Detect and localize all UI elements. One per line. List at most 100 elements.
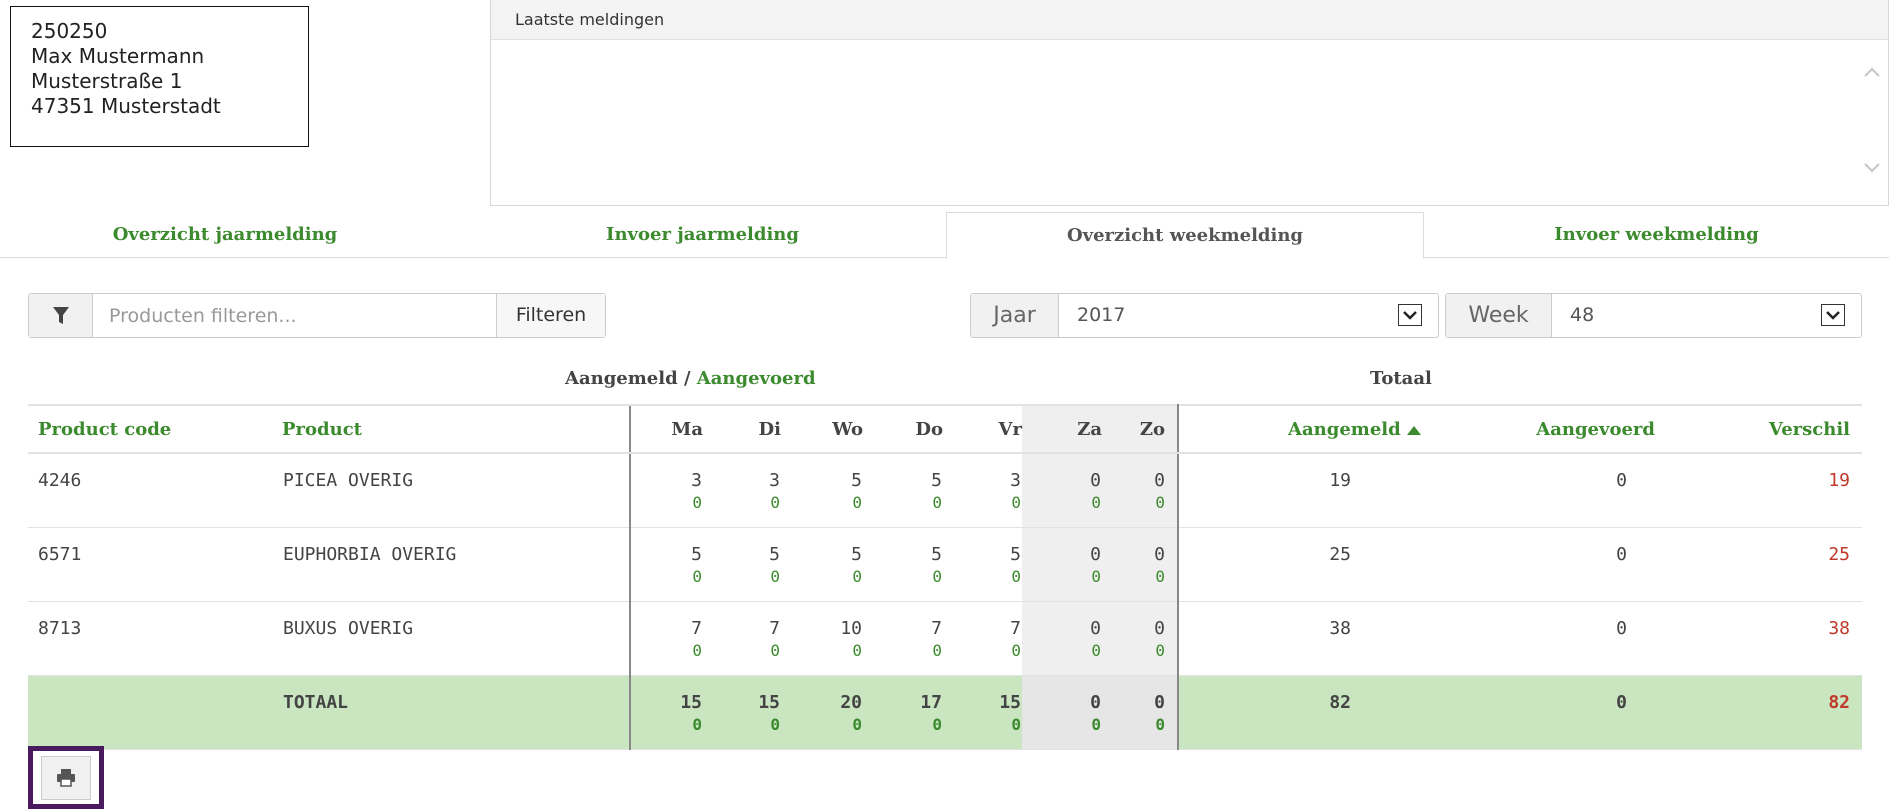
cell-di-aangevoerd: 0	[770, 493, 780, 512]
col-vr: Vr	[943, 404, 1022, 454]
address-block: 250250 Max Mustermann Musterstraße 1 473…	[10, 6, 309, 147]
filter-icon[interactable]	[29, 294, 93, 337]
cell-product: PICEA OVERIG	[282, 453, 630, 528]
cell-vr-aangevoerd: 0	[1011, 493, 1021, 512]
customer-street: Musterstraße 1	[31, 69, 183, 93]
col-wo: Wo	[781, 404, 863, 454]
cell-wo-aangevoerd: 0	[852, 566, 862, 586]
cell-wo-aangemeld: 10	[840, 617, 862, 639]
cell-za-aangemeld: 0	[1090, 470, 1101, 491]
cell-zo-aangemeld: 0	[1154, 617, 1165, 639]
chevron-down-icon[interactable]	[1398, 304, 1422, 326]
total-ma-aangemeld: 15	[680, 691, 702, 713]
cell-do-aangevoerd: 0	[932, 640, 942, 660]
cell-zo-aangevoerd: 0	[1155, 493, 1165, 512]
tab-invoer-weekmelding[interactable]: Invoer weekmelding	[1424, 212, 1889, 258]
cell-aangemeld: 19	[1178, 453, 1437, 528]
group-header-days: Aangemeld / Aangevoerd	[565, 368, 816, 389]
total-ma-aangevoerd: 0	[692, 714, 702, 734]
cell-code: 4246	[28, 453, 282, 528]
cell-di-aangevoerd: 0	[770, 640, 780, 660]
cell-aangevoerd: 0	[1437, 601, 1695, 676]
cell-aangemeld: 38	[1178, 601, 1437, 676]
cell-za-aangevoerd: 0	[1091, 566, 1101, 586]
week-label: Week	[1446, 294, 1552, 337]
tab-bar: Overzicht jaarmelding Invoer jaarmelding…	[0, 212, 1889, 259]
cell-aangevoerd: 0	[1437, 527, 1695, 602]
total-za-aangevoerd: 0	[1091, 714, 1101, 734]
cell-ma-aangevoerd: 0	[692, 493, 702, 512]
chevron-down-icon[interactable]	[1821, 304, 1845, 326]
col-aangevoerd[interactable]: Aangevoerd	[1437, 404, 1695, 454]
cell-code: 6571	[28, 527, 282, 602]
col-product-code[interactable]: Product code	[28, 404, 282, 454]
cell-do-aangevoerd: 0	[932, 493, 942, 512]
cell-do-aangemeld: 5	[931, 470, 942, 491]
cell-wo-aangevoerd: 0	[852, 493, 862, 512]
product-filter: Filteren	[28, 293, 606, 338]
tab-overzicht-jaarmelding[interactable]: Overzicht jaarmelding	[0, 212, 450, 258]
cell-za-aangemeld: 0	[1090, 543, 1101, 565]
scroll-up-icon[interactable]	[1862, 62, 1882, 82]
cell-wo-aangemeld: 5	[851, 470, 862, 491]
col-verschil[interactable]: Verschil	[1695, 404, 1862, 454]
cell-ma-aangemeld: 3	[691, 470, 702, 491]
print-button[interactable]	[28, 746, 104, 809]
scroll-down-icon[interactable]	[1862, 158, 1882, 178]
cell-zo-aangemeld: 0	[1154, 543, 1165, 565]
cell-verschil: 19	[1695, 453, 1862, 528]
cell-za-aangevoerd: 0	[1091, 640, 1101, 660]
cell-product: EUPHORBIA OVERIG	[282, 527, 630, 602]
cell-vr-aangemeld: 7	[1010, 617, 1021, 639]
notifications-panel: Laatste meldingen	[490, 0, 1889, 206]
group-header-totaal: Totaal	[1370, 368, 1432, 389]
total-zo-aangemeld: 0	[1154, 691, 1165, 713]
total-di-aangevoerd: 0	[770, 714, 780, 734]
week-overview-table: Product code Product Ma Di Wo Do Vr Za Z…	[28, 404, 1862, 750]
cell-do-aangemeld: 7	[931, 617, 942, 639]
total-vr-aangevoerd: 0	[1011, 714, 1021, 734]
cell-ma-aangemeld: 7	[691, 617, 702, 639]
year-select[interactable]: Jaar 2017	[970, 293, 1439, 338]
filter-button[interactable]: Filteren	[496, 294, 605, 337]
total-wo-aangevoerd: 0	[852, 714, 862, 734]
total-verschil: 82	[1695, 675, 1862, 750]
cell-ma-aangevoerd: 0	[692, 640, 702, 660]
group-header-aangemeld: Aangemeld /	[565, 368, 697, 389]
cell-verschil: 25	[1695, 527, 1862, 602]
week-value[interactable]: 48	[1552, 294, 1821, 337]
printer-icon	[41, 755, 91, 800]
year-value[interactable]: 2017	[1059, 294, 1398, 337]
cell-do-aangevoerd: 0	[932, 566, 942, 586]
cell-do-aangemeld: 5	[931, 543, 942, 565]
col-aangemeld-label: Aangemeld	[1288, 418, 1401, 440]
tab-overzicht-weekmelding[interactable]: Overzicht weekmelding	[946, 212, 1424, 259]
year-label: Jaar	[971, 294, 1059, 337]
col-product[interactable]: Product	[282, 404, 630, 454]
cell-aangevoerd: 0	[1437, 453, 1695, 528]
cell-verschil: 38	[1695, 601, 1862, 676]
product-filter-input[interactable]	[93, 294, 496, 337]
cell-vr-aangevoerd: 0	[1011, 566, 1021, 586]
cell-di-aangemeld: 5	[769, 543, 780, 565]
customer-number: 250250	[31, 19, 108, 43]
col-ma: Ma	[629, 404, 703, 454]
sort-asc-icon	[1407, 419, 1421, 440]
total-aangevoerd: 0	[1437, 675, 1695, 750]
col-do: Do	[863, 404, 943, 454]
cell-di-aangevoerd: 0	[770, 566, 780, 586]
table-row: 6571 EUPHORBIA OVERIG 50 50 50 50 50 00 …	[28, 527, 1862, 602]
cell-zo-aangevoerd: 0	[1155, 640, 1165, 660]
cell-za-aangemeld: 0	[1090, 617, 1101, 639]
tab-invoer-jaarmelding[interactable]: Invoer jaarmelding	[470, 212, 935, 258]
total-di-aangemeld: 15	[758, 691, 780, 713]
week-select[interactable]: Week 48	[1445, 293, 1862, 338]
cell-di-aangemeld: 7	[769, 617, 780, 639]
cell-vr-aangevoerd: 0	[1011, 640, 1021, 660]
total-label: TOTAAL	[282, 675, 630, 750]
customer-name: Max Mustermann	[31, 44, 205, 68]
cell-product: BUXUS OVERIG	[282, 601, 630, 676]
cell-di-aangemeld: 3	[769, 470, 780, 491]
table-row: 4246 PICEA OVERIG 3 0 3 0 5 0 5 0 3 0 0 0 0 0 1…	[28, 453, 1862, 528]
col-aangemeld[interactable]: Aangemeld	[1178, 404, 1437, 454]
